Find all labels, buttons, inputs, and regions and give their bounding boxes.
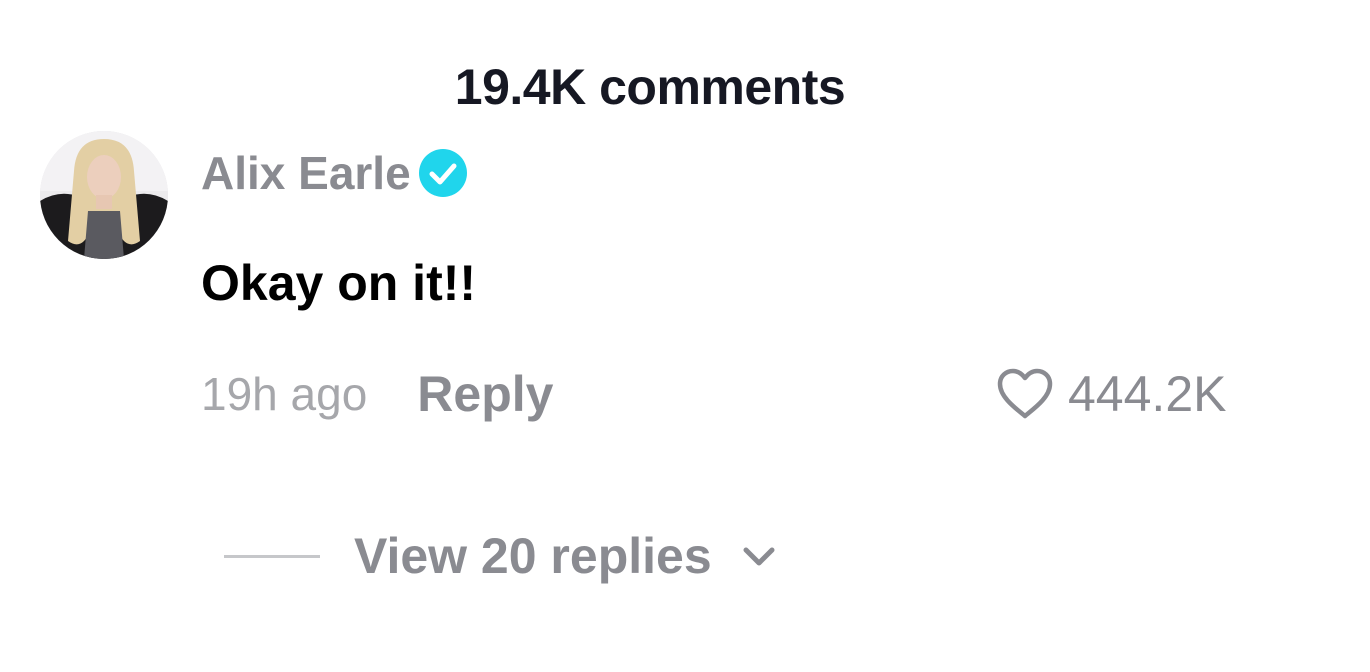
comment-meta: 19h ago Reply [201,362,553,426]
verified-badge-icon [417,147,469,199]
avatar[interactable] [40,131,168,259]
comment-text: Okay on it!! [201,255,477,311]
avatar-photo-icon [40,131,168,259]
replies-divider [224,554,320,558]
heart-outline-icon[interactable] [996,368,1054,420]
view-replies-button[interactable]: View 20 replies [224,522,780,590]
comments-count-title: 19.4K comments [454,59,846,115]
chevron-down-icon[interactable] [738,540,780,572]
view-replies-label[interactable]: View 20 replies [354,527,712,585]
like-count: 444.2K [1068,366,1227,422]
comment-author[interactable]: Alix Earle [201,142,469,204]
username[interactable]: Alix Earle [201,146,411,200]
comment-timestamp: 19h ago [201,368,368,420]
like-button[interactable]: 444.2K [996,362,1226,426]
reply-button[interactable]: Reply [417,365,553,423]
